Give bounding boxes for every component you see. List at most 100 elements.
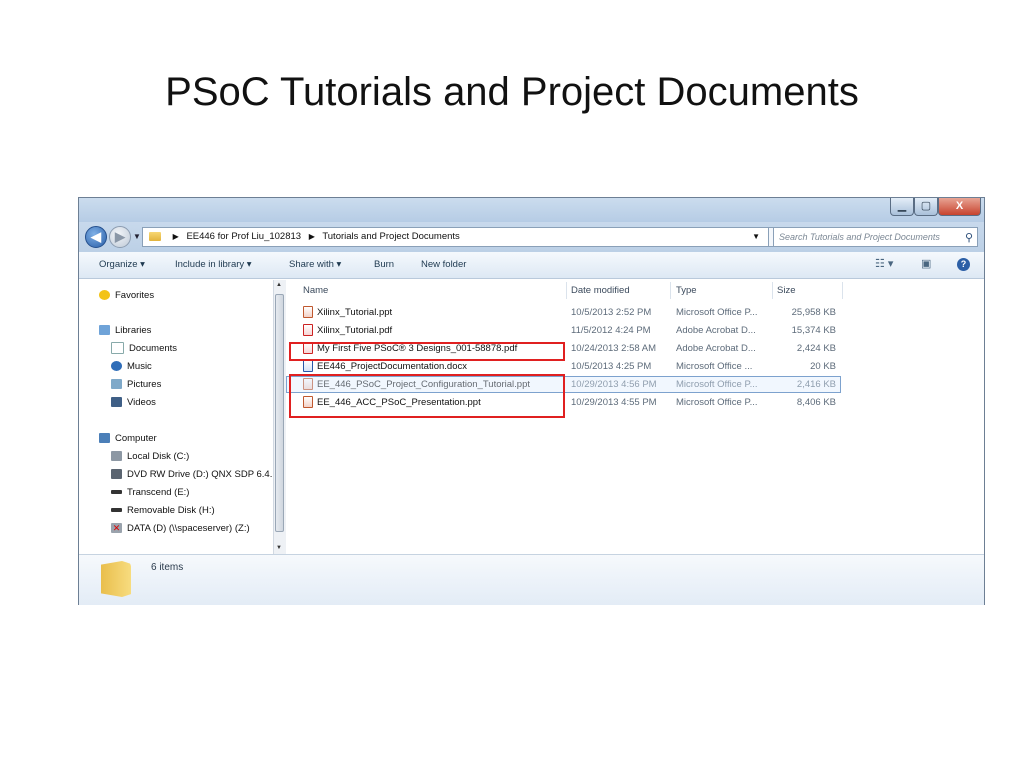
pictures-icon [111, 379, 122, 390]
file-row[interactable]: Xilinx_Tutorial.ppt 10/5/2013 2:52 PM Mi… [286, 304, 986, 321]
file-name-cell: Xilinx_Tutorial.pdf [303, 322, 392, 339]
forward-button[interactable]: ▶ [109, 226, 131, 248]
nav-documents[interactable]: Documents [111, 342, 177, 356]
file-name: Xilinx_Tutorial.pdf [317, 325, 393, 336]
scroll-up-icon[interactable]: ▲ [276, 282, 282, 288]
column-divider[interactable] [842, 282, 843, 299]
highlight-box [289, 342, 565, 361]
file-date: 10/24/2013 2:58 AM [571, 343, 657, 354]
column-divider[interactable] [670, 282, 671, 299]
column-header-date[interactable]: Date modified [571, 285, 630, 296]
search-input[interactable]: Search Tutorials and Project Documents ⚲ [773, 227, 978, 247]
nav-label: Videos [127, 397, 156, 408]
nav-label: Music [127, 361, 152, 372]
nav-favorites[interactable]: Favorites [99, 289, 154, 303]
folder-icon [149, 231, 161, 241]
column-header-name[interactable]: Name [303, 285, 328, 296]
recent-pages-dropdown-icon[interactable]: ▼ [133, 232, 141, 241]
file-type: Microsoft Office P... [676, 307, 758, 318]
column-divider[interactable] [772, 282, 773, 299]
address-row: ◀ ▶ ▼ ▶ EE446 for Prof Liu_102813 ▶ Tuto… [79, 222, 984, 252]
maximize-button[interactable]: ▢ [914, 198, 938, 216]
preview-pane-icon[interactable]: ▣ [921, 257, 931, 270]
nav-label: Removable Disk (H:) [127, 505, 215, 516]
share-with-button[interactable]: Share with ▾ [289, 252, 341, 278]
file-size: 8,406 KB [796, 397, 836, 408]
nav-label: Transcend (E:) [127, 487, 190, 498]
nav-pictures[interactable]: Pictures [111, 378, 161, 392]
title-bar[interactable]: ▁ ▢ X [79, 198, 984, 222]
close-button[interactable]: X [938, 198, 981, 216]
scrollbar-thumb[interactable] [275, 294, 284, 532]
file-date: 10/5/2013 2:52 PM [571, 307, 652, 318]
new-folder-button[interactable]: New folder [421, 252, 466, 278]
breadcrumb-current[interactable]: Tutorials and Project Documents [322, 231, 459, 242]
address-bar[interactable]: ▶ EE446 for Prof Liu_102813 ▶ Tutorials … [142, 227, 769, 247]
videos-icon [111, 397, 122, 408]
column-header-size[interactable]: Size [777, 285, 795, 296]
minimize-button[interactable]: ▁ [890, 198, 914, 216]
nav-libraries[interactable]: Libraries [99, 324, 151, 338]
include-in-library-button[interactable]: Include in library ▾ [175, 252, 252, 278]
nav-videos[interactable]: Videos [111, 396, 156, 410]
file-date: 10/29/2013 4:55 PM [571, 397, 657, 408]
details-pane: 6 items [79, 554, 984, 605]
item-count: 6 items [151, 562, 184, 573]
nav-music[interactable]: Music [111, 360, 152, 374]
computer-icon [99, 433, 110, 444]
nav-drive-c[interactable]: Local Disk (C:) [111, 450, 189, 464]
breadcrumb-chevron-icon[interactable]: ▶ [309, 232, 315, 241]
nav-label: Pictures [127, 379, 162, 390]
nav-label: DVD RW Drive (D:) QNX SDP 6.4. [127, 469, 273, 480]
nav-computer[interactable]: Computer [99, 432, 157, 446]
nav-drive-d[interactable]: DVD RW Drive (D:) QNX SDP 6.4. [111, 468, 272, 482]
nav-label: Libraries [115, 325, 152, 336]
nav-label: DATA (D) (\\spaceserver) (Z:) [127, 523, 250, 534]
file-date: 10/5/2013 4:25 PM [571, 361, 652, 372]
breadcrumb-chevron-icon[interactable]: ▶ [173, 232, 179, 241]
docx-file-icon [303, 360, 313, 373]
file-type: Adobe Acrobat D... [676, 343, 756, 354]
burn-button[interactable]: Burn [374, 252, 394, 278]
view-options-icon[interactable]: ☷ ▾ [875, 257, 893, 270]
file-row[interactable]: Xilinx_Tutorial.pdf 11/5/2012 4:24 PM Ad… [286, 322, 986, 339]
removable-drive-icon [111, 508, 122, 513]
back-button[interactable]: ◀ [85, 226, 107, 248]
documents-icon [111, 342, 124, 355]
removable-drive-icon [111, 490, 122, 495]
scroll-down-icon[interactable]: ▼ [276, 545, 282, 551]
nav-scrollbar[interactable]: ▲ ▼ [273, 280, 286, 554]
pdf-file-icon [303, 324, 313, 337]
file-name: Xilinx_Tutorial.ppt [317, 307, 393, 318]
organize-button[interactable]: Organize ▾ [99, 252, 145, 278]
dvd-drive-icon [111, 469, 122, 480]
slide-title: PSoC Tutorials and Project Documents [165, 70, 859, 114]
music-icon [111, 361, 122, 372]
file-date: 11/5/2012 4:24 PM [571, 325, 651, 336]
explorer-window: ▁ ▢ X ◀ ▶ ▼ ▶ EE446 for Prof Liu_102813 … [78, 197, 985, 605]
navigation-pane: Favorites Libraries Documents Music Pict… [79, 279, 285, 554]
file-size: 25,958 KB [791, 307, 836, 318]
help-icon[interactable]: ? [957, 258, 970, 271]
file-name: EE446_ProjectDocumentation.docx [317, 361, 467, 372]
nav-label: Local Disk (C:) [127, 451, 190, 462]
search-icon[interactable]: ⚲ [965, 229, 973, 246]
file-type: Microsoft Office P... [676, 397, 758, 408]
hard-drive-icon [111, 451, 122, 462]
star-icon [99, 290, 110, 301]
nav-drive-z[interactable]: ✕ DATA (D) (\\spaceserver) (Z:) [111, 522, 250, 536]
column-divider[interactable] [566, 282, 567, 299]
command-bar: Organize ▾ Include in library ▾ Share wi… [79, 252, 984, 279]
highlight-box [289, 374, 565, 418]
file-name-cell: Xilinx_Tutorial.ppt [303, 304, 392, 321]
nav-drive-e[interactable]: Transcend (E:) [111, 486, 189, 500]
breadcrumb-parent[interactable]: EE446 for Prof Liu_102813 [186, 231, 301, 242]
file-type: Adobe Acrobat D... [676, 325, 756, 336]
ppt-file-icon [303, 306, 313, 319]
nav-label: Computer [115, 433, 157, 444]
column-header-type[interactable]: Type [676, 285, 697, 296]
library-icon [99, 325, 110, 336]
search-placeholder: Search Tutorials and Project Documents [779, 232, 940, 242]
nav-drive-h[interactable]: Removable Disk (H:) [111, 504, 215, 518]
address-dropdown-icon[interactable]: ▼ [752, 228, 760, 246]
